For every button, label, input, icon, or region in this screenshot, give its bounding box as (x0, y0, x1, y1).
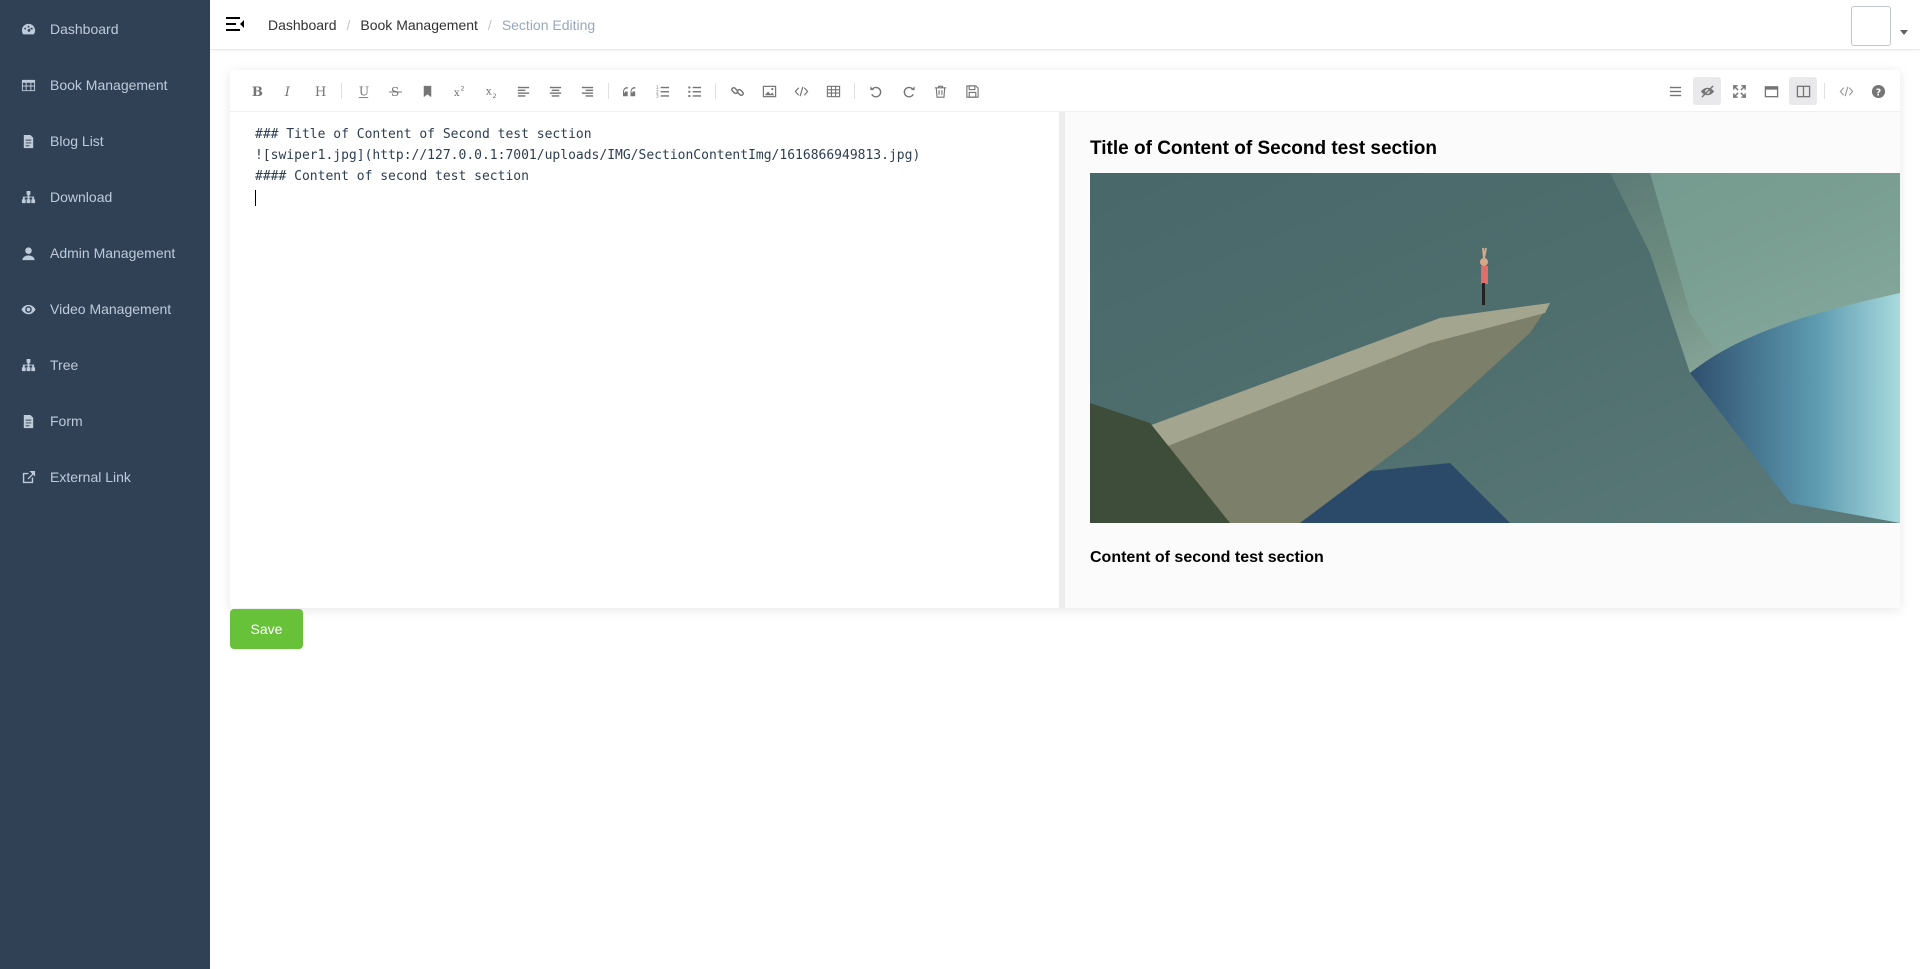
sidebar-item-tree[interactable]: Tree (0, 337, 210, 393)
tree-icon (20, 357, 36, 373)
mark-icon[interactable] (413, 77, 441, 105)
breadcrumb-dashboard[interactable]: Dashboard (268, 17, 337, 33)
toolbar-divider (608, 83, 609, 99)
ordered-list-icon[interactable]: 123 (648, 77, 676, 105)
align-center-icon[interactable] (541, 77, 569, 105)
table-icon[interactable] (819, 77, 847, 105)
svg-text:2: 2 (460, 84, 464, 92)
navigation-icon[interactable] (1661, 77, 1689, 105)
toolbar-divider (341, 83, 342, 99)
markdown-source-pane[interactable]: ### Title of Content of Second test sect… (230, 112, 1059, 608)
sidebar-item-label: Admin Management (50, 245, 176, 261)
italic-icon[interactable]: I (274, 77, 302, 105)
sidebar-item-label: Blog List (50, 133, 104, 149)
svg-text:U: U (358, 84, 368, 98)
strikethrough-icon[interactable]: S (381, 77, 409, 105)
align-right-icon[interactable] (573, 77, 601, 105)
sidebar-item-download[interactable]: Download (0, 169, 210, 225)
toolbar-divider (1824, 83, 1825, 99)
unordered-list-icon[interactable] (680, 77, 708, 105)
breadcrumb-separator: / (346, 17, 351, 33)
bold-icon[interactable]: B (242, 77, 270, 105)
markdown-preview-pane: Title of Content of Second test section (1065, 112, 1900, 608)
toolbar-right: ? (1659, 70, 1894, 112)
sidebar-item-external-link[interactable]: External Link (0, 449, 210, 505)
navbar: Dashboard / Book Management / Section Ed… (210, 0, 1920, 50)
underline-icon[interactable]: U (349, 77, 377, 105)
link-icon[interactable] (723, 77, 751, 105)
breadcrumb: Dashboard / Book Management / Section Ed… (268, 17, 595, 33)
hamburger-icon[interactable] (226, 16, 244, 32)
avatar[interactable] (1851, 6, 1891, 46)
source-line: ### Title of Content of Second test sect… (255, 127, 592, 142)
sidebar-item-label: Tree (50, 357, 79, 373)
redo-icon[interactable] (894, 77, 922, 105)
landscape-photo (1090, 173, 1900, 523)
sidebar-item-form[interactable]: Form (0, 393, 210, 449)
code-icon[interactable] (787, 77, 815, 105)
sidebar: Dashboard Book Management Blog List Down… (0, 0, 210, 969)
subscript-icon[interactable]: x2 (477, 77, 505, 105)
editor-toolbar: B I H U S x2 x2 123 ? (230, 70, 1900, 112)
source-line: ![swiper1.jpg](http://127.0.0.1:7001/upl… (255, 148, 921, 163)
dashboard-icon (20, 21, 36, 37)
sidebar-item-label: Form (50, 413, 83, 429)
table-icon (20, 77, 36, 93)
document-icon (20, 133, 36, 149)
preview-toggle-icon[interactable] (1693, 77, 1721, 105)
breadcrumb-separator: / (487, 17, 492, 33)
svg-text:x: x (485, 85, 491, 97)
preview-title: Title of Content of Second test section (1090, 138, 1437, 159)
source-line: #### Content of second test section (255, 169, 529, 184)
eye-icon (20, 301, 36, 317)
sidebar-item-video-management[interactable]: Video Management (0, 281, 210, 337)
toolbar-divider (715, 83, 716, 99)
svg-text:3: 3 (655, 93, 658, 98)
toolbar-divider (854, 83, 855, 99)
svg-text:B: B (251, 85, 262, 99)
form-icon (20, 413, 36, 429)
quote-icon[interactable] (616, 77, 644, 105)
svg-text:?: ? (1875, 87, 1880, 98)
sidebar-item-label: Download (50, 189, 113, 205)
external-link-icon (20, 469, 36, 485)
html-code-icon[interactable] (1832, 77, 1860, 105)
svg-text:H: H (314, 85, 325, 99)
help-icon[interactable]: ? (1864, 77, 1892, 105)
sidebar-item-label: Book Management (50, 77, 168, 93)
sidebar-item-dashboard[interactable]: Dashboard (0, 1, 210, 57)
breadcrumb-book-management[interactable]: Book Management (360, 17, 478, 33)
preview-subtitle: Content of second test section (1090, 549, 1324, 566)
read-mode-icon[interactable] (1757, 77, 1785, 105)
undo-icon[interactable] (862, 77, 890, 105)
sidebar-item-label: External Link (50, 469, 131, 485)
save-button[interactable]: Save (230, 609, 303, 649)
svg-text:x: x (453, 87, 459, 99)
sidebar-item-blog-list[interactable]: Blog List (0, 113, 210, 169)
sidebar-item-admin-management[interactable]: Admin Management (0, 225, 210, 281)
image-icon[interactable] (755, 77, 783, 105)
save-icon[interactable] (958, 77, 986, 105)
breadcrumb-section-editing: Section Editing (501, 17, 596, 33)
svg-text:2: 2 (492, 92, 496, 99)
header-icon[interactable]: H (306, 77, 334, 105)
sidebar-item-label: Video Management (50, 301, 172, 317)
sidebar-item-book-management[interactable]: Book Management (0, 57, 210, 113)
markdown-editor: B I H U S x2 x2 123 ? ### Title of Conte… (230, 70, 1900, 608)
trash-icon[interactable] (926, 77, 954, 105)
text-cursor (255, 187, 1034, 208)
preview-image (1090, 173, 1900, 523)
tree-icon (20, 189, 36, 205)
subfield-icon[interactable] (1789, 77, 1817, 105)
align-left-icon[interactable] (509, 77, 537, 105)
svg-text:I: I (283, 85, 290, 99)
caret-down-icon[interactable] (1900, 30, 1908, 35)
fullscreen-icon[interactable] (1725, 77, 1753, 105)
sidebar-item-label: Dashboard (50, 21, 119, 37)
toolbar-left: B I H U S x2 x2 123 (240, 70, 988, 112)
superscript-icon[interactable]: x2 (445, 77, 473, 105)
user-icon (20, 245, 36, 261)
